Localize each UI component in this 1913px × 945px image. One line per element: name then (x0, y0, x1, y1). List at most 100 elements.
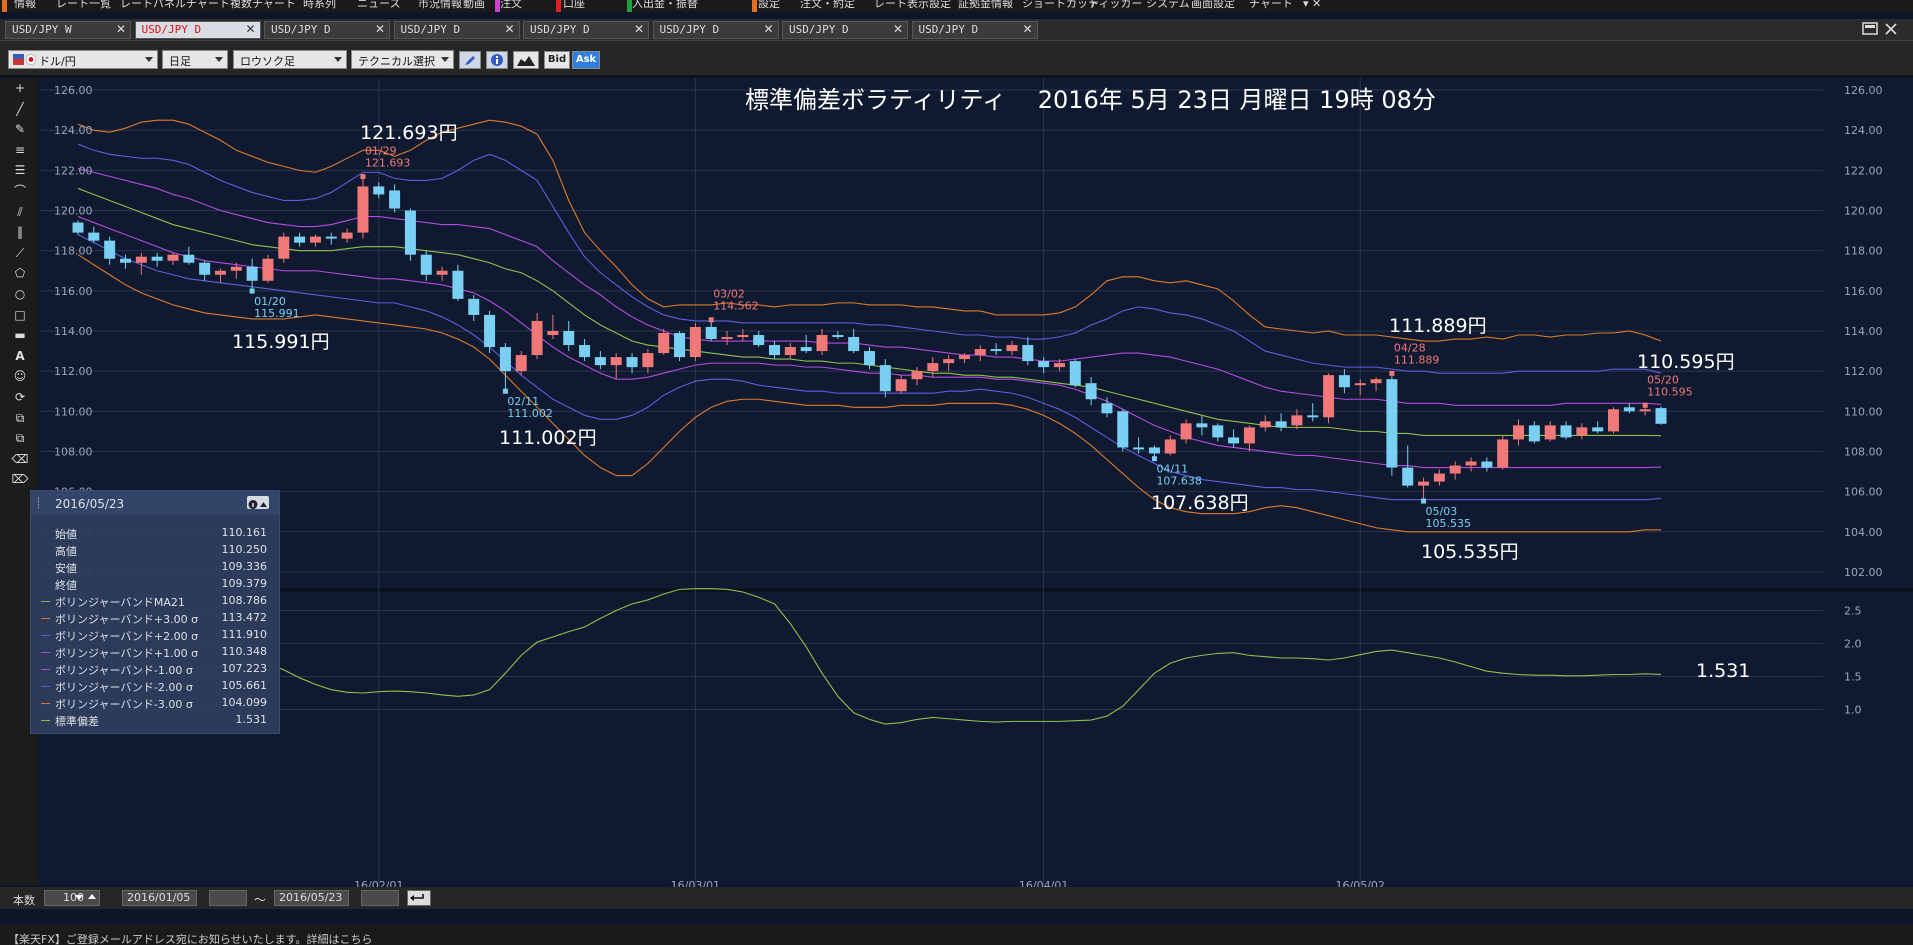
tab-5[interactable]: USD/JPY D ✕ (652, 21, 779, 39)
menu-item-14[interactable]: レート表示設定 (874, 0, 951, 11)
trend-line-icon[interactable]: ╱ (9, 99, 31, 119)
range-separator: 〜 (254, 893, 267, 907)
chart-title: 標準偏差ボラティリティ 2016年 5月 23日 月曜日 19時 08分 (745, 86, 1436, 114)
data-window-row: 始値 110.161 (31, 525, 279, 542)
to-time-field[interactable] (361, 890, 399, 906)
separator-icon[interactable]: ▬ (9, 325, 31, 345)
data-window-header: 2016/05/23 (31, 491, 279, 515)
menu-item-7[interactable]: 市況情報 (418, 0, 462, 11)
vertical-lines-icon[interactable]: ‖ (9, 222, 31, 242)
channel-icon[interactable]: ⫽ (9, 202, 31, 222)
close-tab-icon[interactable]: ✕ (116, 22, 126, 36)
grip-icon[interactable] (38, 497, 42, 509)
chevron-up-icon[interactable] (88, 894, 96, 899)
tab-7[interactable]: USD/JPY D ✕ (911, 21, 1038, 39)
menu-item-1[interactable]: レート一覧 (56, 0, 111, 11)
rectangle-icon[interactable]: □ (9, 305, 31, 325)
info-icon[interactable] (486, 51, 508, 69)
horizontal-lines-icon[interactable]: ≡ (9, 140, 31, 160)
menu-overflow-icon[interactable]: ▾ ✕ (1303, 0, 1321, 11)
menu-item-0[interactable]: 情報 (14, 0, 36, 11)
crosshair-icon[interactable]: + (9, 78, 31, 98)
period-select[interactable]: 日足 (162, 50, 228, 69)
menu-item-12[interactable]: 設定 (758, 0, 780, 11)
menu-item-18[interactable]: システム (1146, 0, 1190, 11)
tab-1[interactable]: USD/JPY D ✕ (134, 21, 261, 39)
chevron-down-icon (75, 895, 83, 900)
menu-item-2[interactable]: レートパネル (120, 0, 186, 11)
from-time-field[interactable] (209, 890, 247, 906)
bid-button[interactable]: Bid (544, 51, 570, 69)
status-text: 【楽天FX】ご登録メールアドレス宛にお知らせいたします。詳細はこちら (8, 933, 373, 945)
menu-item-5[interactable]: 時系列 (303, 0, 336, 11)
currency-pair-select[interactable]: ドル/円 (8, 50, 158, 69)
candle-body (958, 355, 970, 360)
arc-icon[interactable]: ⌒ (9, 181, 31, 201)
sub-y-tick-right: 1.5 (1844, 670, 1862, 683)
candle-body (468, 298, 480, 315)
close-tab-icon[interactable]: ✕ (763, 22, 773, 36)
mountain-chart-icon[interactable] (513, 51, 539, 69)
chart-area[interactable]: 01/29121.69301/20115.99102/11111.00203/0… (38, 78, 1913, 888)
y-tick-right: 102.00 (1844, 566, 1883, 579)
menu-item-11[interactable]: 入出金・振替 (632, 0, 698, 11)
text-icon[interactable]: A (9, 346, 31, 366)
tab-2[interactable]: USD/JPY D ✕ (264, 21, 390, 39)
close-tab-icon[interactable]: ✕ (504, 22, 514, 36)
eraser-icon[interactable]: ⌫ (9, 449, 31, 469)
pentagon-icon[interactable]: ⬠ (9, 263, 31, 283)
menu-item-10[interactable]: 口座 (563, 0, 585, 11)
return-icon[interactable] (407, 890, 431, 906)
ask-button[interactable]: Ask (572, 51, 600, 69)
menu-item-4[interactable]: 複数チャート (230, 0, 296, 11)
maximize-icon[interactable] (1861, 21, 1901, 37)
candle-body (737, 335, 749, 338)
menu-item-20[interactable]: チャート (1249, 0, 1293, 11)
emoji-icon[interactable]: ☺ (9, 366, 31, 386)
rotate-icon[interactable]: ⟳ (9, 387, 31, 407)
close-tab-icon[interactable]: ✕ (634, 22, 644, 36)
row-label: ボリンジャーバンド+1.00 σ (55, 647, 199, 660)
chart-toolbar: ドル/円 日足 ロウソク足 テクニカル選択 Bid Ask (0, 41, 1913, 76)
menu-item-15[interactable]: 証拠金情報 (958, 0, 1013, 11)
menu-item-19[interactable]: 画面設定 (1191, 0, 1235, 11)
data-window[interactable]: 2016/05/23 始値 110.161 高値 110.250 安値 109.336 終値… (30, 490, 280, 734)
copy-icon[interactable]: ⧉ (9, 408, 31, 428)
candle-body (278, 236, 290, 259)
from-date-field[interactable]: 2016/01/05 (122, 890, 197, 906)
to-date-field[interactable]: 2016/05/23 (274, 890, 349, 906)
menu-item-17[interactable]: ティッカー (1088, 0, 1142, 11)
menu-item-6[interactable]: ニュース (357, 0, 400, 11)
ellipse-icon[interactable]: ○ (9, 284, 31, 304)
tab-3[interactable]: USD/JPY D ✕ (393, 21, 520, 39)
candle-body (769, 345, 781, 356)
candle-body (1655, 408, 1667, 424)
chart-type-select[interactable]: ロウソク足 (233, 50, 347, 69)
count-select[interactable]: 100 (44, 890, 100, 906)
tab-4[interactable]: USD/JPY D ✕ (523, 21, 649, 39)
fan-icon[interactable]: ⟋ (9, 243, 31, 263)
technical-select[interactable]: テクニカル選択 (351, 50, 454, 69)
data-window-date: 2016/05/23 (55, 497, 125, 511)
menu-item-8[interactable]: 動画 (463, 0, 485, 11)
close-tab-icon[interactable]: ✕ (375, 22, 385, 36)
candle-body (1291, 415, 1303, 426)
close-tab-icon[interactable]: ✕ (1022, 22, 1032, 36)
close-tab-icon[interactable]: ✕ (893, 22, 903, 36)
ruler-icon[interactable]: ✎ (9, 119, 31, 139)
menu-item-9[interactable]: 注文 (500, 0, 522, 11)
fibonacci-icon[interactable]: ☰ (9, 160, 31, 180)
menu-item-13[interactable]: 注文・約定 (800, 0, 855, 11)
candle-body (1370, 379, 1382, 384)
eraser-all-icon[interactable]: ⌦ (9, 469, 31, 489)
duplicate-icon[interactable]: ⧉ (9, 428, 31, 448)
menu-item-3[interactable]: チャート (186, 0, 230, 11)
row-value: 107.223 (221, 662, 268, 675)
tab-0[interactable]: USD/JPY W ✕ (5, 21, 131, 39)
y-tick-right: 118.00 (1844, 245, 1883, 258)
tab-6[interactable]: USD/JPY D ✕ (782, 21, 908, 39)
close-tab-icon[interactable]: ✕ (245, 22, 255, 36)
info-toggle-icon[interactable] (247, 496, 269, 509)
price-callout: 1.531 (1696, 660, 1750, 682)
pencil-icon[interactable] (459, 51, 481, 69)
